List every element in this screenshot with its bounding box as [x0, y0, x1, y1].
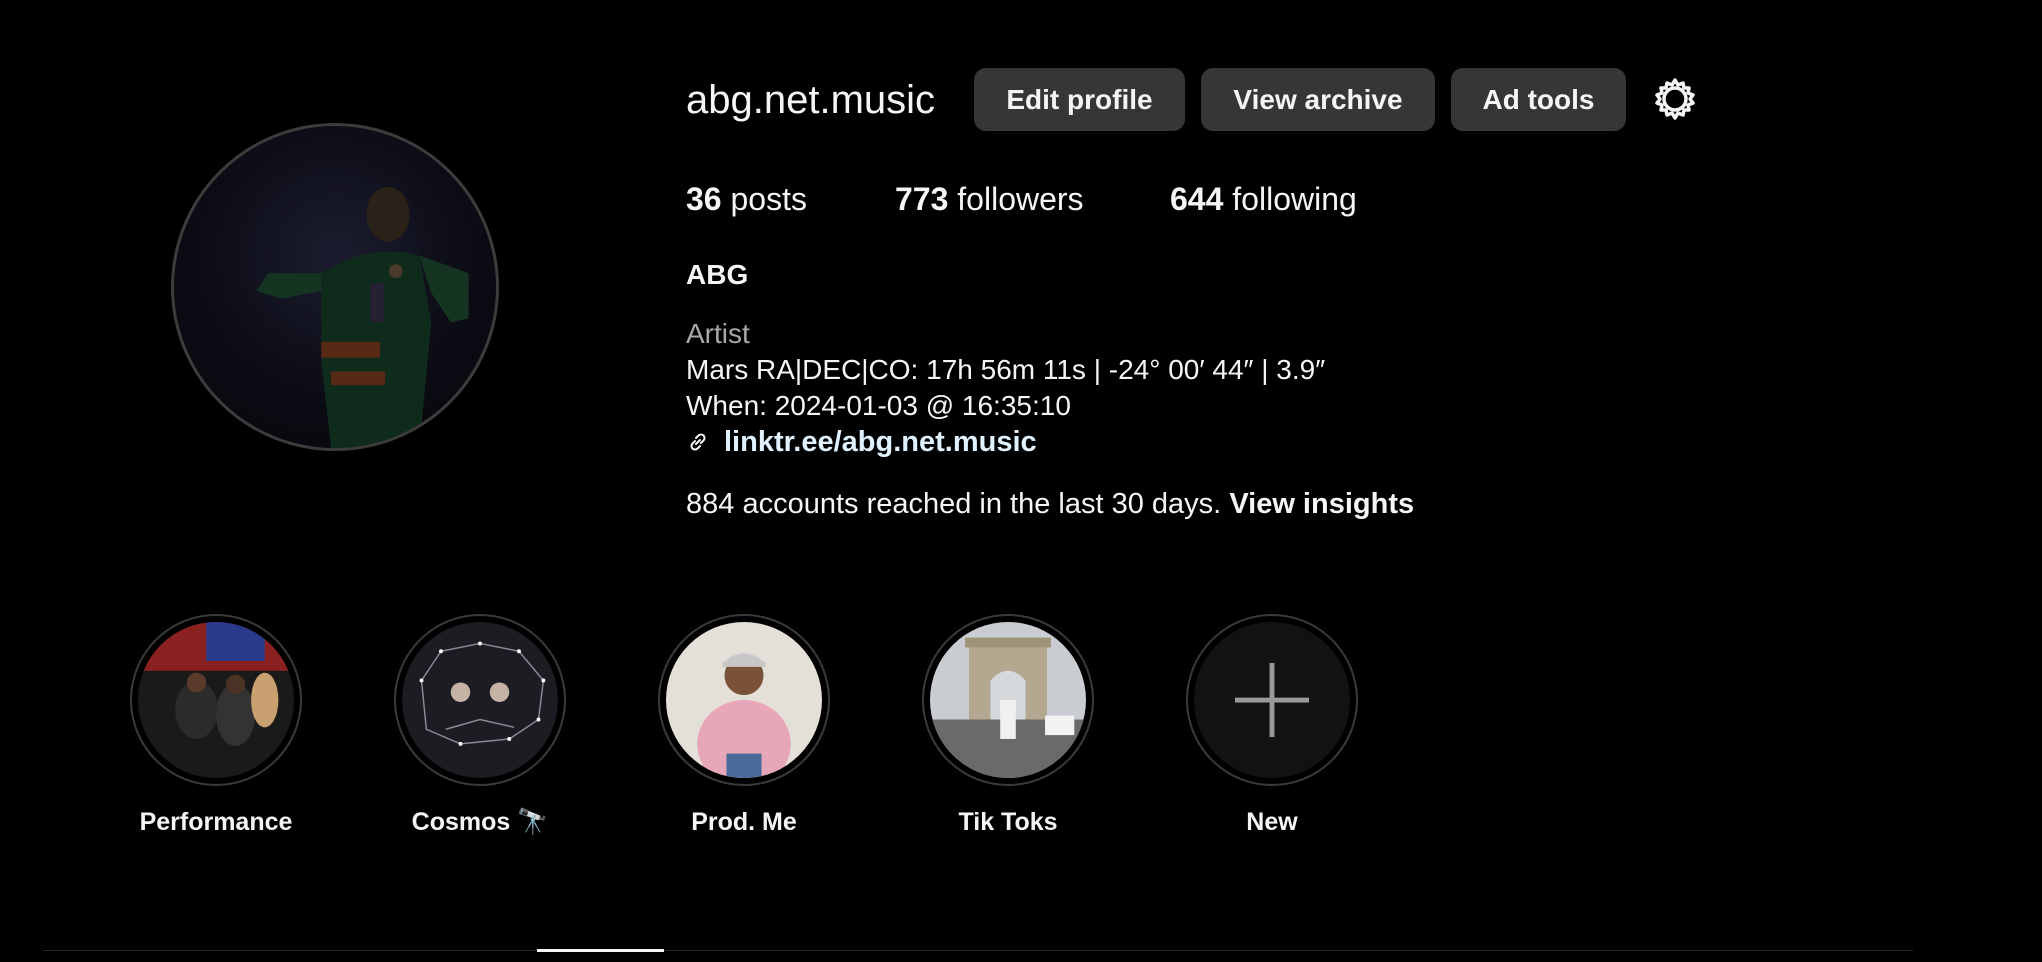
edit-profile-button[interactable]: Edit profile	[974, 68, 1185, 131]
posts-label: posts	[730, 181, 807, 217]
highlight-label: Performance	[139, 808, 293, 836]
profile-category: Artist	[686, 318, 750, 349]
profile-full-name: ABG	[686, 259, 749, 290]
avatar-photo	[256, 186, 469, 448]
highlight-cover	[930, 622, 1086, 778]
plus-icon	[1194, 622, 1350, 778]
tab-active-indicator	[537, 949, 664, 952]
profile-link[interactable]: linktr.ee/abg.net.music	[686, 424, 1037, 460]
tab-divider	[43, 950, 1913, 951]
profile-link-text[interactable]: linktr.ee/abg.net.music	[724, 426, 1037, 459]
following-count: 644	[1170, 181, 1224, 217]
highlight-label: Prod. Me	[691, 808, 797, 836]
followers-label: followers	[957, 181, 1084, 217]
followers-count: 773	[895, 181, 949, 217]
highlight-ring	[658, 614, 830, 786]
view-archive-button[interactable]: View archive	[1201, 68, 1435, 131]
following-stat[interactable]: 644 following	[1170, 178, 1357, 220]
highlight-ring	[1186, 614, 1358, 786]
highlight-cosmos[interactable]: Cosmos 🔭	[394, 614, 566, 836]
posts-count: 36	[686, 181, 722, 217]
posts-stat: 36 posts	[686, 178, 807, 220]
highlight-cover	[666, 622, 822, 778]
bio-line: When: 2024-01-03 @ 16:35:10	[686, 390, 1071, 421]
highlight-label: Tik Toks	[958, 808, 1058, 836]
highlight-cover	[402, 622, 558, 778]
gear-icon	[1655, 78, 1695, 120]
insights-text: 884 accounts reached in the last 30 days…	[686, 488, 1222, 520]
view-insights-link[interactable]: View insights	[1229, 488, 1414, 520]
highlight-tik-toks[interactable]: Tik Toks	[922, 614, 1094, 836]
bio-line: Mars RA|DEC|CO: 17h 56m 11s | -24° 00′ 4…	[686, 354, 1326, 385]
followers-stat[interactable]: 773 followers	[895, 178, 1084, 220]
highlight-ring	[394, 614, 566, 786]
profile-avatar[interactable]	[171, 123, 499, 451]
ad-tools-button[interactable]: Ad tools	[1451, 68, 1626, 131]
highlight-new[interactable]: New	[1186, 614, 1358, 836]
settings-gear-icon[interactable]	[1652, 77, 1698, 123]
highlight-label: Cosmos 🔭	[411, 808, 549, 836]
highlight-prod-me[interactable]: Prod. Me	[658, 614, 830, 836]
new-highlight-cover	[1194, 622, 1350, 778]
link-icon	[686, 430, 710, 454]
highlight-cover	[138, 622, 294, 778]
highlight-performance[interactable]: Performance	[130, 614, 302, 836]
highlight-ring	[130, 614, 302, 786]
following-label: following	[1232, 181, 1357, 217]
highlight-ring	[922, 614, 1094, 786]
profile-username: abg.net.music	[686, 78, 936, 122]
highlight-label: New	[1246, 808, 1298, 836]
insights-summary: 884 accounts reached in the last 30 days…	[686, 486, 1414, 522]
